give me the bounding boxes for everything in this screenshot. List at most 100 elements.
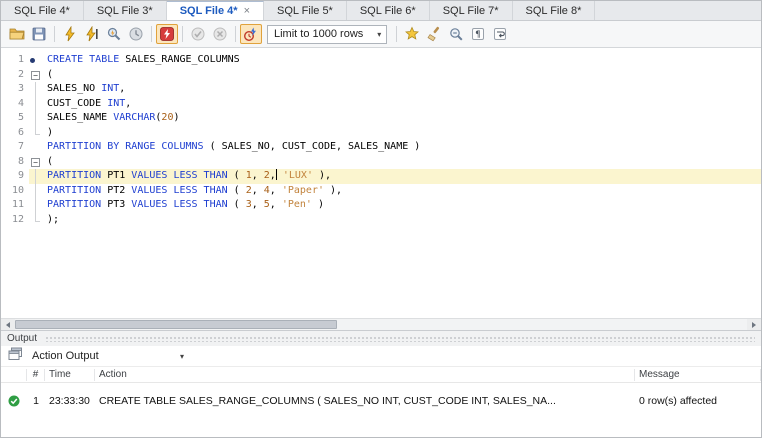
commit-icon[interactable] bbox=[187, 24, 209, 44]
stop-query-icon[interactable] bbox=[125, 24, 147, 44]
row-limit-dropdown[interactable]: Limit to 1000 rows ▾ bbox=[267, 24, 388, 44]
token-p: SALES_RANGE_COLUMNS bbox=[119, 54, 240, 65]
scrollbar-thumb[interactable] bbox=[15, 320, 338, 329]
output-view-selector-row: Action Output ▾ bbox=[1, 346, 761, 367]
output-panel-header: Output bbox=[1, 331, 761, 346]
token-p: , bbox=[125, 97, 132, 109]
output-title: Output bbox=[7, 333, 38, 344]
tab-label: SQL File 7* bbox=[442, 4, 499, 17]
code-line[interactable]: 4 CUST_CODE INT, bbox=[1, 96, 761, 112]
right-triangle-icon bbox=[752, 321, 756, 328]
line-number: 7 bbox=[17, 141, 24, 152]
execute-icon[interactable] bbox=[59, 24, 81, 44]
beautify-script-icon[interactable] bbox=[423, 24, 445, 44]
line-number: 9 bbox=[17, 170, 24, 181]
token-k: PARTITION bbox=[47, 199, 102, 210]
output-view-selected-value: Action Output bbox=[32, 350, 99, 362]
token-p: ( bbox=[227, 184, 246, 196]
token-p: ) bbox=[173, 112, 180, 123]
save-icon[interactable] bbox=[28, 24, 50, 44]
line-number: 2 bbox=[17, 68, 24, 80]
tab-sql-file-4[interactable]: SQL File 6* bbox=[347, 1, 430, 20]
token-k: VALUES LESS THAN bbox=[131, 170, 228, 181]
code-line[interactable]: 2−( bbox=[1, 68, 761, 83]
fold-region: − bbox=[29, 155, 42, 170]
execute-current-statement-icon[interactable] bbox=[81, 24, 103, 44]
tab-sql-file-0[interactable]: SQL File 4* bbox=[1, 1, 84, 20]
code-line[interactable]: 10 PARTITION PT2 VALUES LESS THAN ( 2, 4,… bbox=[1, 183, 761, 199]
toolbar-separator bbox=[54, 26, 55, 42]
output-row[interactable]: 1 23:33:30 CREATE TABLE SALES_RANGE_COLUMN… bbox=[1, 393, 761, 409]
token-p: ( bbox=[227, 199, 246, 210]
code-line[interactable]: 12); bbox=[1, 212, 761, 228]
save-snippet-icon[interactable] bbox=[401, 24, 423, 44]
code-line[interactable]: 11 PARTITION PT3 VALUES LESS THAN ( 3, 5,… bbox=[1, 198, 761, 213]
rollback-icon[interactable] bbox=[209, 24, 231, 44]
code-line[interactable]: 3 SALES_NO INT, bbox=[1, 82, 761, 97]
token-k: INT bbox=[101, 83, 120, 94]
output-view-dropdown[interactable]: Action Output ▾ bbox=[32, 350, 184, 362]
find-icon[interactable] bbox=[445, 24, 467, 44]
fold-margin bbox=[29, 169, 42, 184]
code-line[interactable]: 7 PARTITION BY RANGE COLUMNS ( SALES_NO, … bbox=[1, 140, 761, 155]
token-k: TABLE bbox=[89, 54, 120, 65]
toolbar-separator bbox=[235, 26, 236, 42]
token-p: , bbox=[251, 170, 264, 181]
tab-label: SQL File 5* bbox=[277, 4, 333, 17]
line-number: 6 bbox=[17, 126, 24, 138]
fold-margin bbox=[29, 125, 42, 141]
tab-label: SQL File 8* bbox=[525, 4, 582, 17]
tab-sql-file-6[interactable]: SQL File 8* bbox=[513, 1, 596, 20]
token-s: 'Pen' bbox=[281, 199, 312, 210]
toggle-stop-on-error-icon[interactable] bbox=[156, 24, 178, 44]
editor-toolbar: Limit to 1000 rows ▾ ¶ bbox=[1, 21, 761, 48]
fold-margin bbox=[29, 96, 42, 112]
fold-margin bbox=[29, 111, 42, 126]
open-file-icon[interactable] bbox=[6, 24, 28, 44]
code-text: SALES_NAME VARCHAR(20) bbox=[42, 111, 761, 126]
col-header-action: Action bbox=[95, 368, 635, 381]
fold-collapse-icon[interactable]: − bbox=[31, 70, 40, 80]
output-grid-header: # Time Action Message bbox=[1, 367, 761, 383]
scrollbar-track[interactable] bbox=[15, 319, 747, 330]
fold-region: − bbox=[29, 68, 42, 83]
output-grid-body: 1 23:33:30 CREATE TABLE SALES_RANGE_COLUMN… bbox=[1, 383, 761, 437]
code-line[interactable]: 5 SALES_NAME VARCHAR(20) bbox=[1, 111, 761, 126]
code-line[interactable]: 6) bbox=[1, 125, 761, 141]
wrap-text-icon[interactable] bbox=[489, 24, 511, 44]
sql-editor[interactable]: 1 CREATE TABLE SALES_RANGE_COLUMNS 2−(3 SAL… bbox=[1, 48, 761, 318]
invisible-characters-icon[interactable]: ¶ bbox=[467, 24, 489, 44]
code-text: PARTITION PT3 VALUES LESS THAN ( 3, 5, '… bbox=[42, 198, 761, 213]
token-p: , bbox=[251, 184, 264, 196]
horizontal-scrollbar[interactable] bbox=[1, 318, 761, 331]
col-status-header bbox=[1, 368, 27, 381]
tab-label: SQL File 4* bbox=[14, 4, 70, 17]
explain-query-icon[interactable] bbox=[103, 24, 125, 44]
line-number: 4 bbox=[17, 97, 24, 109]
token-p: PT2 bbox=[101, 184, 132, 196]
chevron-down-icon: ▾ bbox=[179, 351, 184, 361]
tab-sql-file-5[interactable]: SQL File 7* bbox=[430, 1, 513, 20]
toggle-autocommit-icon[interactable] bbox=[240, 24, 262, 44]
fold-margin bbox=[29, 82, 42, 97]
line-number: 12 bbox=[11, 213, 24, 225]
tab-sql-file-2[interactable]: SQL File 4* × bbox=[166, 1, 264, 20]
code-text: PARTITION PT2 VALUES LESS THAN ( 2, 4, '… bbox=[42, 184, 761, 199]
code-text: PARTITION PT1 VALUES LESS THAN ( 1, 2, '… bbox=[42, 169, 761, 184]
mysql-workbench-sql-editor-window: SQL File 4* SQL File 3* SQL File 4* × SQL Fi… bbox=[0, 0, 762, 438]
fold-margin bbox=[29, 198, 42, 213]
tab-close-icon[interactable]: × bbox=[244, 5, 250, 17]
fold-margin bbox=[29, 212, 42, 228]
fold-collapse-icon[interactable]: − bbox=[31, 157, 40, 167]
scroll-left-arrow[interactable] bbox=[1, 319, 15, 330]
code-text: ) bbox=[42, 126, 761, 141]
chevron-down-icon: ▾ bbox=[377, 29, 382, 39]
tab-bar: SQL File 4* SQL File 3* SQL File 4* × SQL Fi… bbox=[1, 1, 761, 21]
code-line[interactable]: 8−( bbox=[1, 155, 761, 170]
tab-sql-file-3[interactable]: SQL File 5* bbox=[264, 1, 347, 20]
scroll-right-arrow[interactable] bbox=[747, 319, 761, 330]
svg-text:¶: ¶ bbox=[475, 30, 481, 40]
code-line[interactable]: 1 CREATE TABLE SALES_RANGE_COLUMNS bbox=[1, 53, 761, 68]
tab-sql-file-1[interactable]: SQL File 3* bbox=[84, 1, 167, 20]
code-line[interactable]: 9 PARTITION PT1 VALUES LESS THAN ( 1, 2, … bbox=[1, 169, 761, 184]
